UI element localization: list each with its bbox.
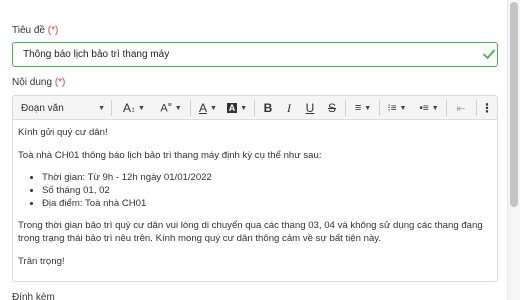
chevron-down-icon: ▼: [364, 104, 372, 112]
strikethrough-button[interactable]: S: [322, 96, 342, 120]
scrollbar-thumb[interactable]: [510, 2, 518, 207]
bold-button[interactable]: B: [258, 96, 278, 120]
strikethrough-icon: S: [327, 101, 336, 115]
bold-icon: B: [263, 101, 273, 115]
toolbar-divider: [379, 100, 380, 116]
editor-content[interactable]: Kính gửi quý cư dân! Toà nhà CH01 thông …: [18, 126, 492, 268]
required-marker: (*): [54, 77, 66, 88]
title-label: Tiêu đề (*): [12, 25, 59, 36]
font-color-button[interactable]: A ▼: [195, 96, 221, 120]
chevron-down-icon: ▼: [210, 104, 217, 112]
chevron-down-icon: ▼: [240, 104, 248, 112]
underline-icon: U: [305, 101, 315, 115]
bulleted-list-icon: •≡: [419, 102, 429, 114]
toolbar-divider: [345, 100, 346, 116]
toolbar-divider: [476, 100, 477, 116]
intro-text: Toà nhà CH01 thông báo lịch bảo trì than…: [18, 150, 322, 161]
check-icon: [483, 49, 495, 59]
numbered-list-icon: ⁝≡: [387, 102, 397, 114]
toolbar-divider: [190, 100, 191, 116]
toolbar-divider: [254, 100, 255, 116]
chevron-down-icon: ▼: [399, 104, 407, 112]
rich-text-editor: Đoạn văn ▼ A↕ ▼ A≡ ▼ A ▼ A ▼ B I U S ≡ ▼ ⁝≡ ▼: [12, 95, 498, 282]
text-style-icon: A≡: [160, 101, 172, 115]
align-icon: ≡: [354, 102, 362, 114]
align-button[interactable]: ≡ ▼: [349, 96, 377, 120]
background-color-icon: A: [226, 103, 238, 113]
underline-button[interactable]: U: [300, 96, 320, 120]
bulleted-list-button[interactable]: •≡ ▼: [415, 96, 443, 120]
editor-toolbar: Đoạn văn ▼ A↕ ▼ A≡ ▼ A ▼ A ▼ B I U S ≡ ▼ ⁝≡ ▼: [13, 96, 497, 120]
closing-text: Trân trọng!: [18, 256, 65, 267]
details-list: Thời gian: Từ 9h - 12h ngày 01/01/2022 S…: [18, 171, 492, 210]
italic-button[interactable]: I: [279, 96, 299, 120]
italic-icon: I: [287, 100, 291, 115]
list-item: Địa điểm: Toà nhà CH01: [42, 197, 492, 210]
chevron-down-icon: ▼: [431, 104, 439, 112]
greeting-text: Kính gửi quý cư dân!: [18, 127, 108, 138]
chevron-down-icon: ▼: [138, 104, 145, 112]
font-size-icon: A↕: [123, 101, 136, 115]
paragraph-format-dropdown[interactable]: Đoạn văn ▼: [15, 96, 107, 120]
content-label: Nội dung (*): [12, 77, 66, 88]
required-marker: (*): [47, 25, 59, 36]
chevron-down-icon: ▼: [98, 104, 105, 112]
numbered-list-button[interactable]: ⁝≡ ▼: [383, 96, 411, 120]
paragraph-format-label: Đoạn văn: [21, 102, 64, 114]
font-size-button[interactable]: A↕ ▼: [117, 96, 151, 120]
list-item: Thời gian: Từ 9h - 12h ngày 01/01/2022: [42, 171, 492, 184]
attachment-label: Đính kèm: [12, 292, 55, 300]
indent-icon: ⇤: [456, 102, 466, 115]
background-color-button[interactable]: A ▼: [223, 96, 251, 120]
toolbar-divider: [446, 100, 447, 116]
toolbar-divider: [111, 100, 112, 116]
more-options-button[interactable]: ⋮: [479, 96, 495, 120]
notice-text: Trong thời gian bảo trì quý cư dân vui l…: [18, 220, 483, 244]
list-item: Số tháng 01, 02: [42, 184, 492, 197]
indent-button[interactable]: ⇤: [450, 96, 472, 120]
text-style-button[interactable]: A≡ ▼: [155, 96, 187, 120]
font-color-icon: A: [199, 101, 208, 115]
more-options-icon: ⋮: [481, 101, 493, 115]
chevron-down-icon: ▼: [174, 104, 182, 112]
title-input[interactable]: [12, 42, 498, 67]
